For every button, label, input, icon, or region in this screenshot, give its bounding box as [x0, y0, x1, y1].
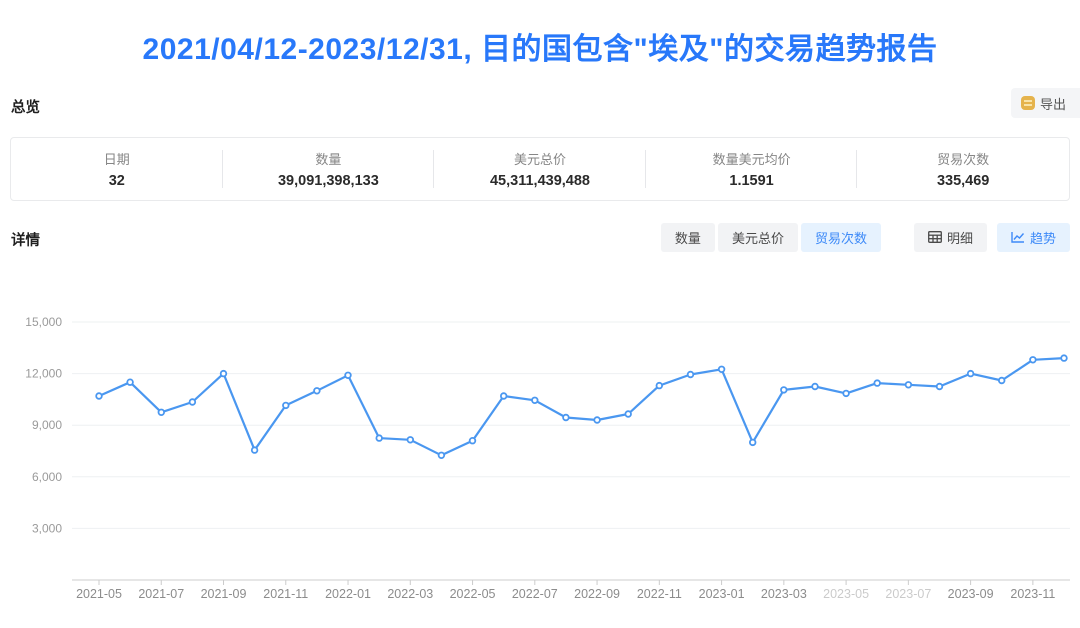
data-point[interactable] — [874, 380, 880, 386]
data-point[interactable] — [843, 391, 849, 397]
data-point[interactable] — [937, 384, 943, 390]
data-point[interactable] — [221, 371, 227, 377]
x-tick-label: 2021-07 — [138, 587, 184, 601]
data-point[interactable] — [688, 372, 694, 378]
stat-usd-total-label: 美元总价 — [434, 149, 646, 168]
x-tick-label: 2023-03 — [761, 587, 807, 601]
x-tick-label: 2023-07 — [885, 587, 931, 601]
x-tick-label: 2022-11 — [637, 587, 682, 601]
metric-button-quantity[interactable]: 数量 — [661, 223, 715, 252]
export-button[interactable]: 导出 — [1011, 88, 1080, 118]
metric-button-trade-count[interactable]: 贸易次数 — [801, 223, 881, 252]
stat-trade-count-label: 贸易次数 — [857, 149, 1069, 168]
data-points — [96, 355, 1067, 458]
stat-date: 日期 32 — [11, 149, 223, 189]
data-point[interactable] — [96, 393, 102, 399]
stat-trade-count: 贸易次数 335,469 — [857, 149, 1069, 189]
x-axis — [72, 580, 1070, 585]
stat-date-value: 32 — [11, 173, 223, 189]
x-tick-label: 2022-01 — [325, 587, 371, 601]
data-point[interactable] — [314, 388, 320, 394]
data-point[interactable] — [190, 399, 196, 405]
data-point[interactable] — [252, 447, 258, 453]
export-button-label: 导出 — [1040, 94, 1066, 113]
stat-quantity-label: 数量 — [223, 149, 435, 168]
x-tick-label: 2023-09 — [948, 587, 994, 601]
y-tick-label: 15,000 — [25, 315, 62, 329]
data-point[interactable] — [408, 437, 414, 443]
x-tick-label: 2022-07 — [512, 587, 558, 601]
data-point[interactable] — [532, 398, 538, 404]
data-point[interactable] — [594, 417, 600, 423]
view-button-details[interactable]: 明细 — [914, 223, 987, 252]
x-tick-label: 2023-01 — [699, 587, 745, 601]
x-tick-label: 2022-05 — [450, 587, 496, 601]
overview-stats-card: 日期 32 数量 39,091,398,133 美元总价 45,311,439,… — [10, 137, 1070, 201]
stat-avg-price-label: 数量美元均价 — [646, 149, 858, 168]
x-tick-label: 2023-11 — [1010, 587, 1055, 601]
stat-avg-price-value: 1.1591 — [646, 173, 858, 189]
data-point[interactable] — [1061, 355, 1067, 361]
view-button-trend-label: 趋势 — [1030, 228, 1056, 247]
data-point[interactable] — [470, 438, 476, 444]
data-point[interactable] — [999, 378, 1005, 384]
x-tick-label: 2023-05 — [823, 587, 869, 601]
y-tick-label: 9,000 — [32, 418, 62, 432]
data-point[interactable] — [625, 411, 631, 417]
data-point[interactable] — [906, 382, 912, 388]
metric-button-usd-total[interactable]: 美元总价 — [718, 223, 798, 252]
stat-usd-total: 美元总价 45,311,439,488 — [434, 149, 646, 189]
data-point[interactable] — [439, 453, 445, 459]
data-point[interactable] — [719, 367, 725, 373]
data-point[interactable] — [345, 373, 351, 379]
y-tick-label: 6,000 — [32, 470, 62, 484]
trend-chart: 3,0006,0009,00012,00015,0002021-052021-0… — [10, 295, 1070, 620]
view-button-trend[interactable]: 趋势 — [997, 223, 1070, 252]
x-tick-label: 2022-09 — [574, 587, 620, 601]
stat-quantity: 数量 39,091,398,133 — [223, 149, 435, 189]
x-tick-label: 2021-09 — [201, 587, 247, 601]
data-point[interactable] — [781, 387, 787, 393]
stat-trade-count-value: 335,469 — [857, 173, 1069, 189]
stat-date-label: 日期 — [11, 149, 223, 168]
table-icon — [928, 231, 942, 243]
page-title: 2021/04/12-2023/12/31, 目的国包含"埃及"的交易趋势报告 — [0, 24, 1080, 68]
coin-icon — [1021, 96, 1035, 110]
data-point[interactable] — [127, 379, 133, 385]
detail-section-label: 详情 — [11, 229, 40, 250]
y-tick-label: 3,000 — [32, 521, 62, 535]
x-tick-label: 2021-05 — [76, 587, 122, 601]
trend-line — [99, 358, 1064, 455]
data-point[interactable] — [968, 371, 974, 377]
view-button-details-label: 明细 — [947, 228, 973, 247]
x-axis-labels: 2021-05 2021-07 2021-09 2021-11 2022-01 2022-… — [76, 587, 1055, 601]
y-axis-labels: 3,000 6,000 9,000 12,000 15,000 — [25, 315, 62, 535]
x-tick-label: 2022-03 — [387, 587, 433, 601]
stat-quantity-value: 39,091,398,133 — [223, 173, 435, 189]
trend-chart-svg: 3,0006,0009,00012,00015,0002021-052021-0… — [10, 295, 1070, 620]
detail-toolbar: 数量 美元总价 贸易次数 明细 趋势 — [661, 222, 1070, 252]
data-point[interactable] — [1030, 357, 1036, 363]
data-point[interactable] — [376, 435, 382, 441]
stat-avg-price: 数量美元均价 1.1591 — [646, 149, 858, 189]
data-point[interactable] — [563, 415, 569, 421]
x-tick-label: 2021-11 — [263, 587, 308, 601]
view-button-group: 明细 趋势 — [914, 223, 1070, 252]
data-point[interactable] — [657, 383, 663, 389]
trend-icon — [1011, 231, 1025, 243]
y-tick-label: 12,000 — [25, 367, 62, 381]
data-point[interactable] — [159, 410, 165, 416]
data-point[interactable] — [501, 393, 507, 399]
data-point[interactable] — [750, 440, 756, 446]
y-gridlines — [72, 322, 1070, 528]
metric-button-group: 数量 美元总价 贸易次数 — [661, 223, 881, 252]
data-point[interactable] — [812, 384, 818, 390]
stat-usd-total-value: 45,311,439,488 — [434, 173, 646, 189]
data-point[interactable] — [283, 403, 289, 409]
overview-section-label: 总览 — [11, 96, 40, 117]
